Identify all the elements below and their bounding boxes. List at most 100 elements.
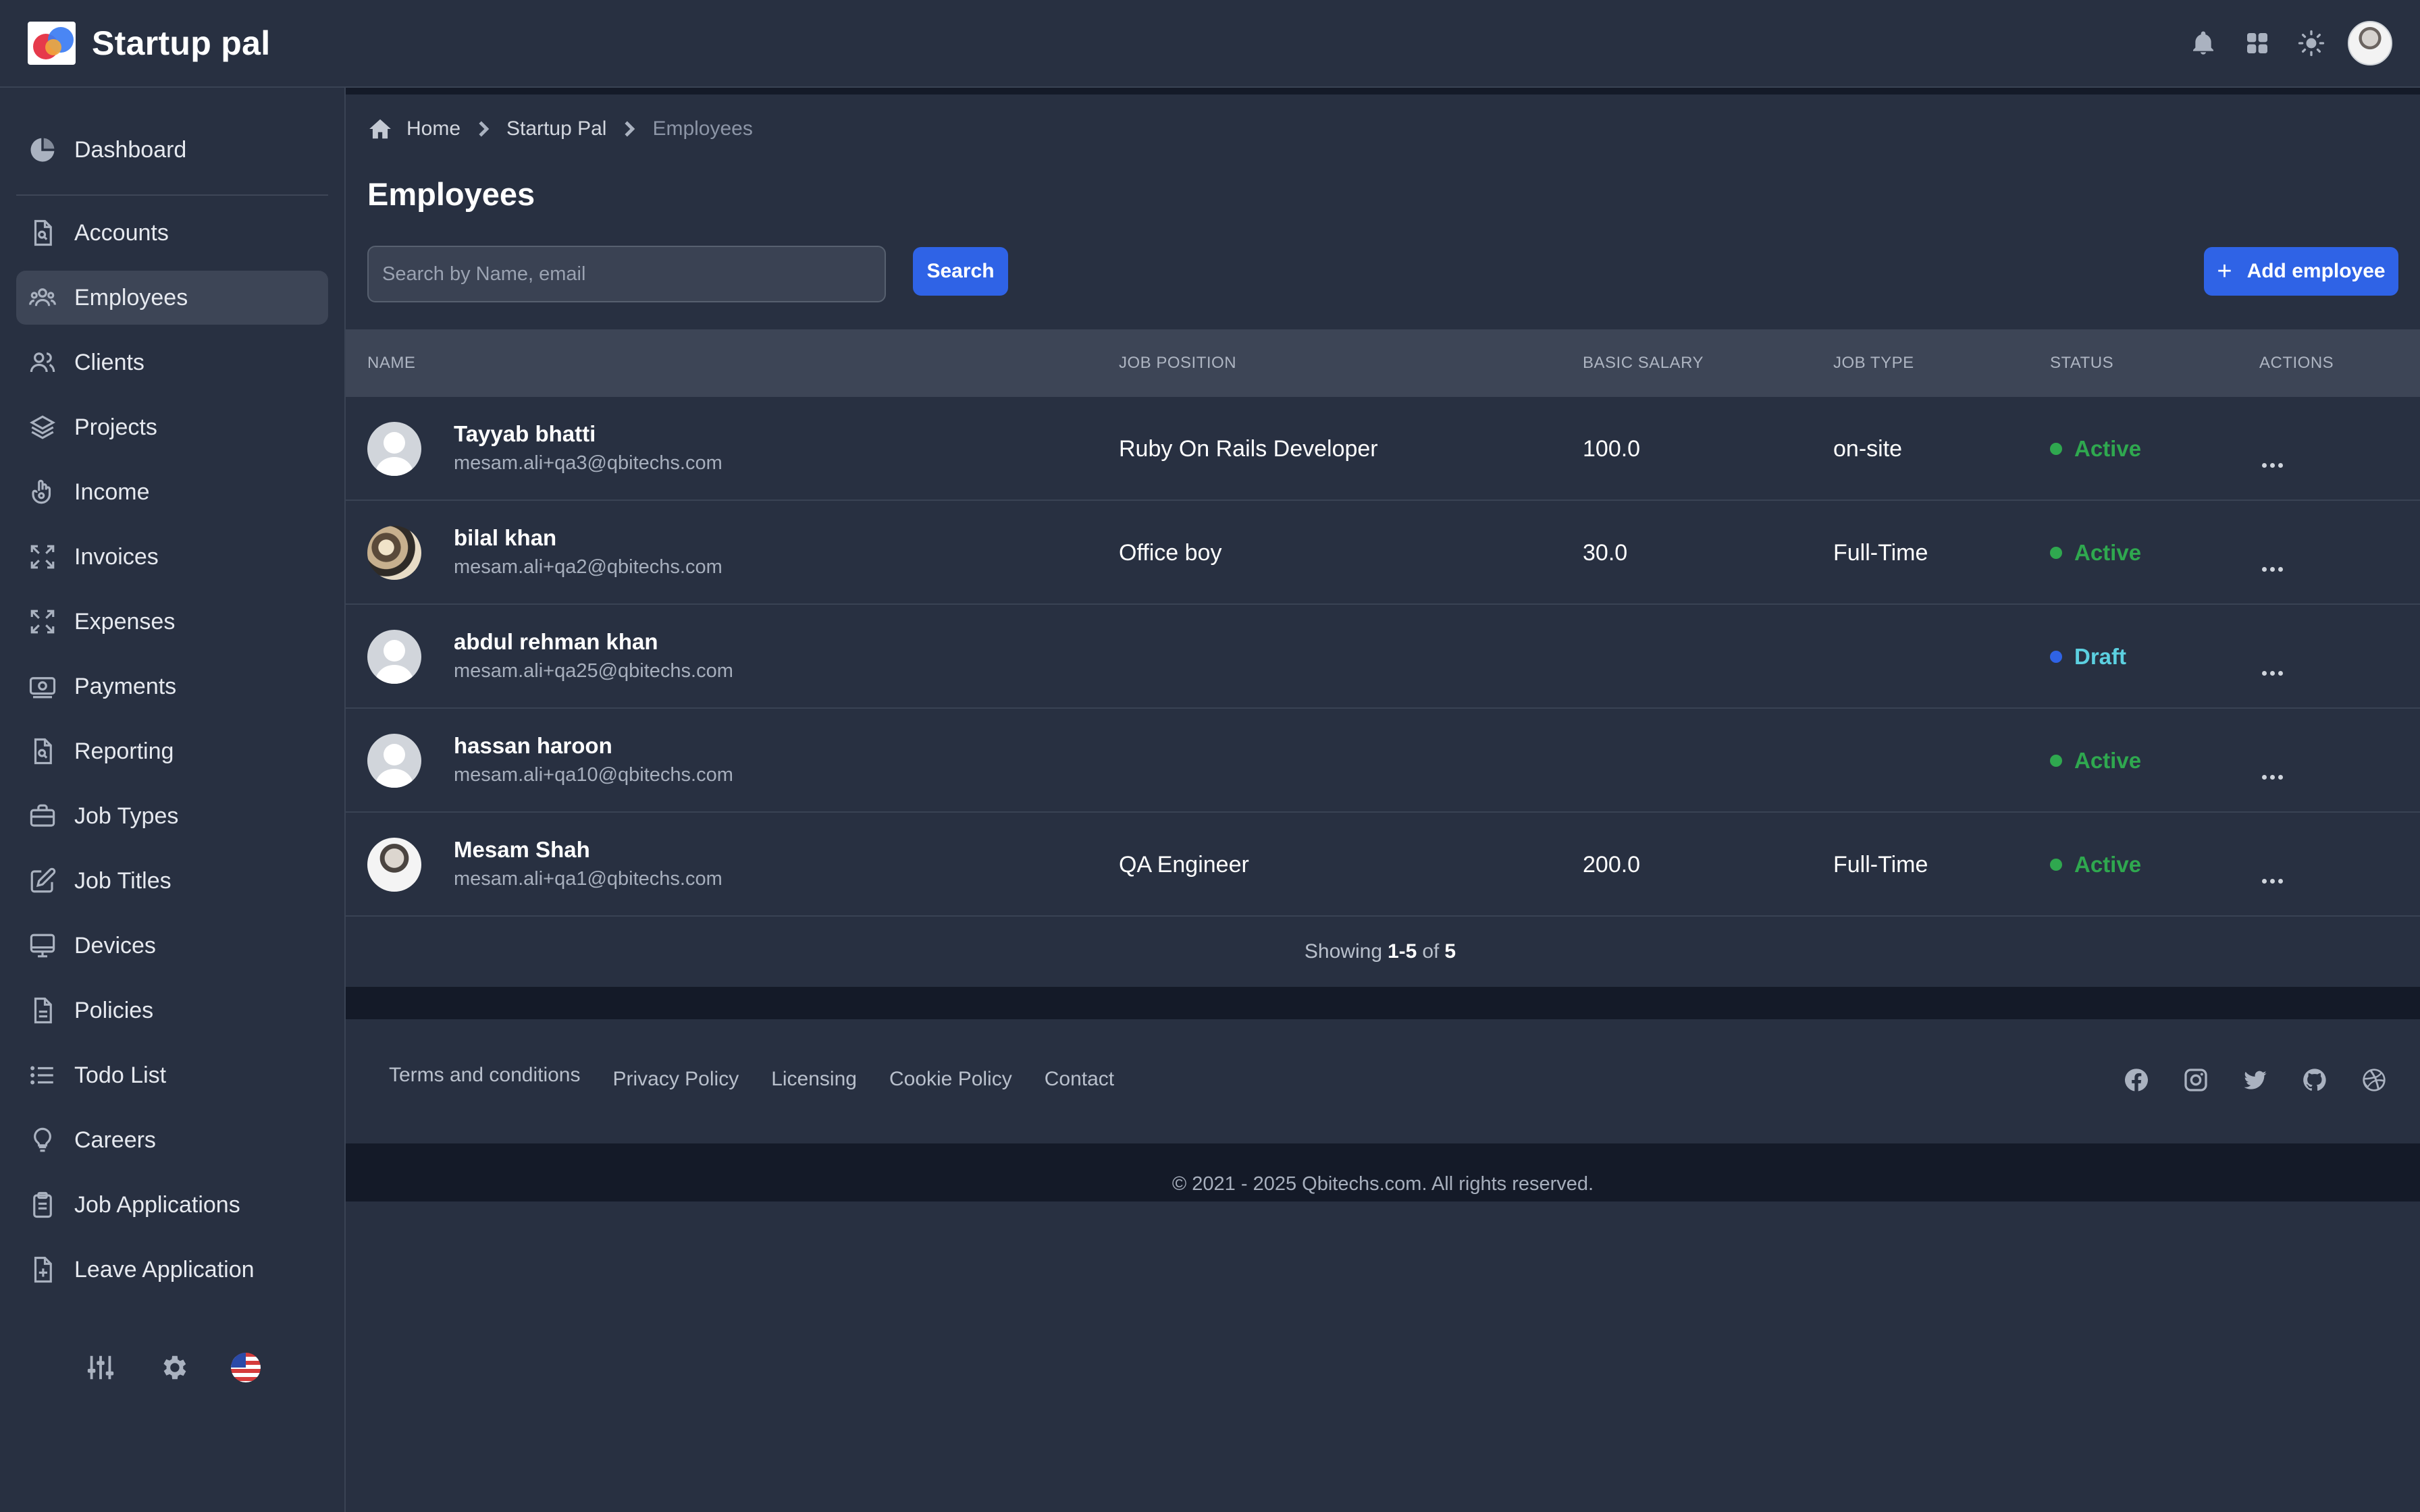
- sidebar-item-label: Todo List: [74, 1062, 167, 1088]
- sidebar-item-todo-list[interactable]: Todo List: [16, 1048, 328, 1102]
- status-badge: Draft: [2050, 605, 2126, 709]
- dribbble-icon[interactable]: [2361, 1066, 2388, 1094]
- employee-name[interactable]: abdul rehman khan: [454, 629, 658, 655]
- footer-spacer: [346, 987, 2420, 1019]
- sidebar-item-reporting[interactable]: Reporting: [16, 724, 328, 778]
- page-title: Employees: [367, 176, 535, 212]
- more-actions-icon[interactable]: [2262, 775, 2283, 780]
- sidebar-item-income[interactable]: Income: [16, 465, 328, 519]
- sidebar-item-devices[interactable]: Devices: [16, 919, 328, 973]
- sidebar-item-invoices[interactable]: Invoices: [16, 530, 328, 584]
- bell-icon[interactable]: [2176, 16, 2230, 70]
- list-icon: [30, 1066, 53, 1085]
- sun-icon[interactable]: [2284, 16, 2338, 70]
- sidebar-divider: [16, 194, 328, 196]
- sidebar-item-projects[interactable]: Projects: [16, 400, 328, 454]
- sidebar-item-job-titles[interactable]: Job Titles: [16, 854, 328, 908]
- column-header-status: STATUS: [2050, 354, 2114, 372]
- footer-link-cookie[interactable]: Cookie Policy: [889, 1068, 1012, 1091]
- table-row[interactable]: hassan haroon mesam.ali+qa10@qbitechs.co…: [346, 709, 2420, 813]
- employee-email: mesam.ali+qa25@qbitechs.com: [454, 660, 733, 682]
- table-row[interactable]: bilal khan mesam.ali+qa2@qbitechs.com Of…: [346, 501, 2420, 605]
- sidebar-item-accounts[interactable]: Accounts: [16, 206, 328, 260]
- chevron-right-icon: [477, 120, 490, 138]
- employee-name[interactable]: Tayyab bhatti: [454, 421, 596, 447]
- sliders-icon[interactable]: [85, 1352, 116, 1383]
- employee-avatar: [367, 526, 421, 580]
- sidebar-item-expenses[interactable]: Expenses: [16, 595, 328, 649]
- more-actions-icon[interactable]: [2262, 671, 2283, 676]
- layers-icon: [30, 415, 55, 439]
- gear-icon[interactable]: [158, 1352, 189, 1383]
- sidebar-item-job-applications[interactable]: Job Applications: [16, 1178, 328, 1232]
- job-type: Full-Time: [1833, 851, 1928, 878]
- document-plus-icon: [34, 1256, 52, 1283]
- employee-name[interactable]: hassan haroon: [454, 733, 612, 759]
- table-row[interactable]: Tayyab bhatti mesam.ali+qa3@qbitechs.com…: [346, 397, 2420, 501]
- footer-link-contact[interactable]: Contact: [1045, 1068, 1114, 1091]
- facebook-icon[interactable]: [2123, 1066, 2150, 1094]
- document-icon: [34, 997, 52, 1024]
- sidebar-item-label: Accounts: [74, 219, 169, 246]
- language-flag-icon[interactable]: [231, 1353, 261, 1382]
- users-icon: [29, 288, 56, 306]
- sidebar-item-dashboard[interactable]: Dashboard: [16, 123, 328, 177]
- twitter-icon[interactable]: [2242, 1066, 2269, 1094]
- instagram-icon[interactable]: [2182, 1066, 2209, 1094]
- showing-range: 1-5: [1388, 940, 1417, 963]
- column-header-job-type: JOB TYPE: [1833, 354, 1914, 372]
- document-search-icon: [34, 738, 52, 765]
- footer: Terms and conditions Privacy Policy Lice…: [346, 1019, 2420, 1143]
- apps-grid-icon[interactable]: [2230, 16, 2284, 70]
- sidebar-item-policies[interactable]: Policies: [16, 983, 328, 1037]
- table-row[interactable]: Mesam Shah mesam.ali+qa1@qbitechs.com QA…: [346, 813, 2420, 917]
- home-icon[interactable]: [367, 116, 393, 142]
- sidebar-item-clients[interactable]: Clients: [16, 335, 328, 389]
- more-actions-icon[interactable]: [2262, 463, 2283, 468]
- clipboard-icon: [33, 1191, 52, 1218]
- lightbulb-icon: [34, 1127, 51, 1152]
- status-label: Active: [2074, 436, 2142, 461]
- employee-name[interactable]: Mesam Shah: [454, 837, 590, 863]
- brand[interactable]: Startup pal: [28, 22, 270, 65]
- sidebar-item-job-types[interactable]: Job Types: [16, 789, 328, 843]
- employee-email: mesam.ali+qa1@qbitechs.com: [454, 868, 722, 890]
- breadcrumb-section[interactable]: Startup Pal: [506, 117, 606, 140]
- search-button[interactable]: Search: [913, 247, 1008, 296]
- main-top-strip: [346, 88, 2420, 94]
- sidebar-item-payments[interactable]: Payments: [16, 659, 328, 713]
- status-label: Active: [2074, 540, 2142, 565]
- table-header: NAME JOB POSITION BASIC SALARY JOB TYPE …: [346, 329, 2420, 397]
- breadcrumb-home[interactable]: Home: [406, 117, 461, 140]
- search-input[interactable]: [367, 246, 886, 302]
- user-avatar[interactable]: [2348, 21, 2392, 65]
- status-badge: Active: [2050, 397, 2141, 501]
- table-row[interactable]: abdul rehman khan mesam.ali+qa25@qbitech…: [346, 605, 2420, 709]
- footer-link-privacy[interactable]: Privacy Policy: [612, 1068, 739, 1091]
- employee-avatar: [367, 630, 421, 684]
- expand-icon: [30, 610, 55, 634]
- footer-link-licensing[interactable]: Licensing: [771, 1068, 857, 1091]
- sidebar-item-label: Expenses: [74, 608, 176, 634]
- add-employee-button[interactable]: + Add employee: [2204, 247, 2398, 296]
- footer-link-terms[interactable]: Terms and conditions: [389, 1064, 580, 1091]
- sidebar-item-careers[interactable]: Careers: [16, 1113, 328, 1167]
- user-group-icon: [30, 352, 55, 373]
- employee-avatar: [367, 838, 421, 892]
- employee-email: mesam.ali+qa3@qbitechs.com: [454, 452, 722, 474]
- sidebar-item-label: Income: [74, 479, 150, 505]
- sidebar-item-leave-application[interactable]: Leave Application: [16, 1243, 328, 1297]
- more-actions-icon[interactable]: [2262, 567, 2283, 572]
- copyright: © 2021 - 2025 Qbitechs.com. All rights r…: [346, 1143, 2420, 1202]
- brand-logo: [28, 22, 76, 65]
- more-actions-icon[interactable]: [2262, 879, 2283, 884]
- sidebar-item-employees[interactable]: Employees: [16, 271, 328, 325]
- column-header-actions: ACTIONS: [2259, 354, 2334, 372]
- chevron-right-icon: [623, 120, 636, 138]
- status-dot-icon: [2050, 755, 2062, 767]
- social-links: [2123, 1066, 2388, 1094]
- sidebar-item-label: Employees: [74, 284, 188, 310]
- sidebar-item-label: Projects: [74, 414, 157, 440]
- github-icon[interactable]: [2301, 1066, 2328, 1094]
- employee-name[interactable]: bilal khan: [454, 525, 556, 551]
